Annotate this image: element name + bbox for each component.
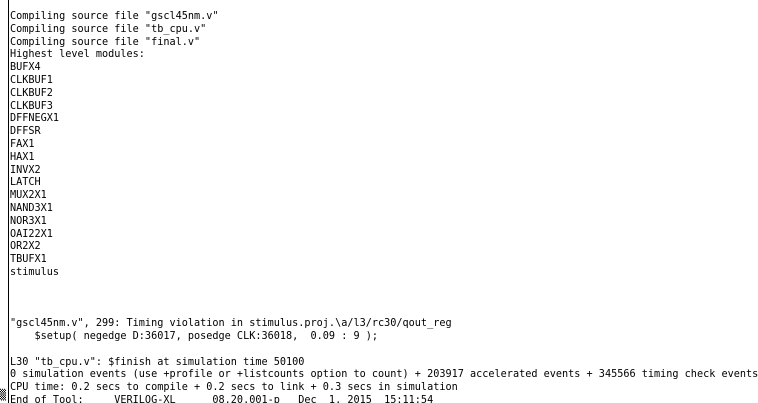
terminal-line: CLKBUF2 bbox=[10, 87, 53, 99]
terminal-line: 0 simulation events (use +profile or +li… bbox=[10, 369, 758, 381]
terminal-line: BUFX4 bbox=[10, 62, 41, 74]
terminal-line: stimulus bbox=[10, 266, 60, 278]
terminal-line: FAX1 bbox=[10, 138, 35, 150]
terminal-line: "gscl45nm.v", 299: Timing violation in s… bbox=[10, 318, 452, 330]
terminal-line: TBUFX1 bbox=[10, 254, 47, 266]
terminal-line: DFFNEGX1 bbox=[10, 113, 60, 125]
terminal-line: Compiling source file "tb_cpu.v" bbox=[10, 23, 207, 35]
terminal-line: CLKBUF3 bbox=[10, 100, 53, 112]
terminal-line: OR2X2 bbox=[10, 241, 41, 253]
terminal-cursor: ▒ bbox=[0, 390, 7, 401]
terminal-line: MUX2X1 bbox=[10, 190, 47, 202]
terminal-line: CLKBUF1 bbox=[10, 74, 53, 86]
terminal-line: NAND3X1 bbox=[10, 202, 53, 214]
terminal-line: INVX2 bbox=[10, 164, 41, 176]
terminal-line: HAX1 bbox=[10, 151, 35, 163]
terminal-line: Compiling source file "gscl45nm.v" bbox=[10, 11, 219, 22]
terminal-line: Highest level modules: bbox=[10, 49, 145, 61]
terminal-line: DFFSR bbox=[10, 126, 41, 138]
terminal-line: NOR3X1 bbox=[10, 215, 47, 227]
terminal-line: End of Tool: VERILOG-XL 08.20.001-p Dec … bbox=[10, 394, 434, 403]
terminal-output: Compiling source file "gscl45nm.v" Compil… bbox=[10, 11, 758, 403]
terminal-line: $setup( negedge D:36017, posedge CLK:360… bbox=[10, 330, 379, 342]
terminal-left-border bbox=[8, 0, 9, 403]
terminal-line: LATCH bbox=[10, 177, 41, 189]
terminal-window[interactable]: Compiling source file "gscl45nm.v" Compil… bbox=[0, 0, 758, 403]
terminal-line: L30 "tb_cpu.v": $finish at simulation ti… bbox=[10, 356, 305, 368]
terminal-line: CPU time: 0.2 secs to compile + 0.2 secs… bbox=[10, 382, 458, 394]
terminal-line: Compiling source file "final.v" bbox=[10, 36, 201, 48]
terminal-line: OAI22X1 bbox=[10, 228, 53, 240]
